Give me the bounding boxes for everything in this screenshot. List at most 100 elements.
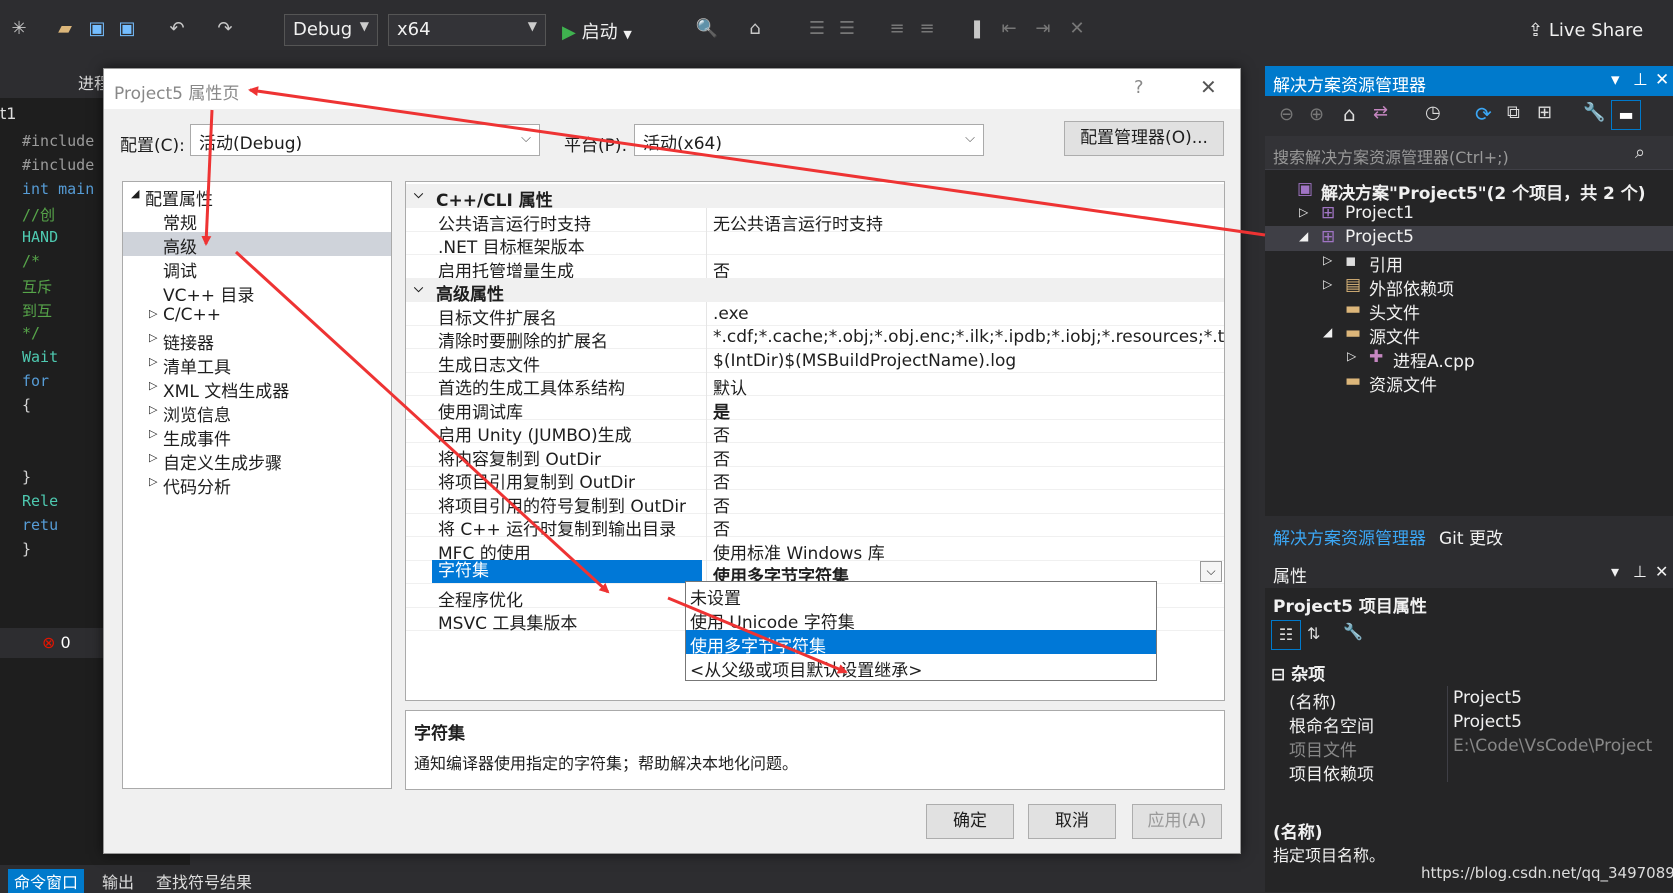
new-item-icon[interactable]: ✳: [6, 16, 32, 42]
tree-item[interactable]: VC++ 目录: [123, 280, 391, 306]
expander-icon[interactable]: ▷: [1323, 253, 1332, 267]
property-row[interactable]: 项目依赖项: [1265, 758, 1673, 785]
tree-item[interactable]: 常规: [123, 208, 391, 234]
solution-search-box[interactable]: 搜索解决方案资源管理器(Ctrl+;) ⌕: [1265, 136, 1673, 170]
expander-icon[interactable]: ▷: [149, 331, 157, 344]
properties-object[interactable]: Project5 项目属性: [1273, 592, 1427, 617]
pin-icon[interactable]: ⊥: [1633, 562, 1647, 581]
close-button[interactable]: ✕: [1200, 75, 1217, 99]
expander-icon[interactable]: ◢: [1323, 325, 1332, 339]
solution-tree-item[interactable]: ▷ ▪ 引用: [1265, 250, 1673, 276]
cancel-button[interactable]: 取消: [1028, 804, 1116, 839]
grid-category[interactable]: ⌵ 高级属性: [406, 278, 1224, 305]
collapse-all-icon[interactable]: ⧉: [1507, 102, 1520, 123]
clear-bookmarks-icon[interactable]: ✕: [1064, 16, 1090, 42]
categorized-icon[interactable]: ☷: [1271, 620, 1301, 650]
dropdown-option[interactable]: 使用 Unicode 字符集: [686, 606, 1156, 633]
tree-item[interactable]: ▷ 代码分析: [123, 472, 391, 498]
dropdown-option[interactable]: 使用多字节字符集: [686, 630, 1156, 657]
solution-tree-item[interactable]: ▷ ▤ 外部依赖项: [1265, 274, 1673, 300]
tree-item[interactable]: ▷ 生成事件: [123, 424, 391, 450]
grid-row[interactable]: 将内容复制到 OutDir 否: [406, 442, 1224, 470]
prev-bookmark-icon[interactable]: ⇤: [996, 16, 1022, 42]
pin-icon[interactable]: ⊥: [1633, 70, 1648, 90]
property-row[interactable]: 项目文件 E:\Code\VsCode\Project: [1265, 734, 1673, 761]
ok-button[interactable]: 确定: [926, 804, 1014, 839]
grid-row[interactable]: 目标文件扩展名 .exe: [406, 301, 1224, 329]
undo-icon[interactable]: ↶: [164, 16, 190, 42]
dropdown-option[interactable]: <从父级或项目默认设置继承>: [686, 654, 1156, 681]
expander-icon[interactable]: ▷: [1323, 277, 1332, 291]
back-icon[interactable]: ⊖: [1279, 104, 1294, 125]
help-button[interactable]: ?: [1134, 77, 1144, 98]
grid-row[interactable]: 启用 Unity (JUMBO)生成否: [406, 419, 1224, 446]
solution-tree-item[interactable]: ▣ 解决方案"Project5"(2 个项目，共 2 个): [1265, 178, 1673, 204]
outdent-icon[interactable]: ☰: [834, 16, 860, 42]
expander-icon[interactable]: ▷: [1299, 205, 1308, 219]
solution-tree-item[interactable]: ▷ ⊞ Project1: [1265, 202, 1673, 227]
uncomment-icon[interactable]: ≡: [914, 16, 940, 42]
expander-icon[interactable]: ◢: [131, 187, 139, 200]
indent-icon[interactable]: ☰: [804, 16, 830, 42]
properties-wrench-icon[interactable]: 🔧: [1583, 102, 1605, 123]
expander-icon[interactable]: ▷: [1347, 349, 1356, 363]
expander-icon[interactable]: ▷: [149, 355, 157, 368]
solution-tree-item[interactable]: ▷ ✚ 进程A.cpp: [1265, 346, 1673, 372]
comment-icon[interactable]: ≡: [884, 16, 910, 42]
grid-row[interactable]: 公共语言运行时支持 无公共语言运行时支持: [406, 207, 1224, 235]
find-in-files-icon[interactable]: 🔍: [694, 16, 720, 42]
expander-icon[interactable]: ◢: [1299, 229, 1308, 243]
tree-item[interactable]: 高级: [123, 232, 391, 258]
config-manager-button[interactable]: 配置管理器(O)...: [1064, 121, 1224, 156]
grid-row[interactable]: 首选的生成工具体系结构 默认: [406, 372, 1224, 399]
dropdown-icon[interactable]: ▾: [1611, 562, 1619, 581]
solution-tree-item[interactable]: ▬ 资源文件: [1265, 370, 1673, 396]
home-icon[interactable]: ⌂: [1343, 102, 1356, 126]
grid-row[interactable]: 生成日志文件 $(IntDir)$(MSBuildProjectName).log: [406, 348, 1224, 376]
tab-solution-explorer[interactable]: 解决方案资源管理器: [1273, 524, 1426, 549]
live-share-button[interactable]: ⇪ Live Share: [1528, 20, 1643, 41]
tree-item[interactable]: ▷ 自定义生成步骤: [123, 448, 391, 474]
preview-toggle-icon[interactable]: ▬: [1611, 100, 1641, 130]
grid-row[interactable]: 启用托管增量生成否: [406, 254, 1224, 282]
expander-icon[interactable]: ▷: [149, 307, 157, 320]
property-pages-icon[interactable]: 🔧: [1343, 622, 1363, 641]
dropdown-icon[interactable]: ▾: [1611, 70, 1620, 90]
collapse-icon[interactable]: ⌵: [414, 281, 423, 296]
expander-icon[interactable]: ▷: [149, 427, 157, 440]
sync-icon[interactable]: ⟳: [1475, 102, 1492, 126]
expander-icon[interactable]: ▷: [149, 403, 157, 416]
open-folder-icon[interactable]: ▰: [52, 16, 78, 42]
start-debug-button[interactable]: ▶ 启动 ▼: [562, 18, 632, 44]
config-combo[interactable]: 活动(Debug) ⌵: [190, 124, 540, 156]
forward-icon[interactable]: ⊕: [1309, 104, 1324, 125]
redo-icon[interactable]: ↷: [212, 16, 238, 42]
platform-combo[interactable]: 活动(x64) ⌵: [634, 124, 984, 156]
save-all-icon[interactable]: ▣: [114, 16, 140, 42]
expander-icon[interactable]: ▷: [149, 475, 157, 488]
alphabetical-icon[interactable]: ⇅: [1307, 624, 1320, 643]
dropdown-toggle-icon[interactable]: ⌵: [1200, 561, 1222, 582]
solution-tree-item[interactable]: ▬ 头文件: [1265, 298, 1673, 324]
switch-views-icon[interactable]: ⇄: [1373, 102, 1388, 123]
grid-row[interactable]: 将 C++ 运行时复制到输出目录否: [406, 513, 1224, 540]
expander-icon[interactable]: ▷: [149, 451, 157, 464]
bookmark-icon[interactable]: ❚: [964, 16, 990, 42]
tree-item[interactable]: ▷ 浏览信息: [123, 400, 391, 426]
property-row[interactable]: 根命名空间 Project5: [1265, 710, 1673, 737]
tab-output[interactable]: 输出: [102, 869, 134, 893]
tab-git-changes[interactable]: Git 更改: [1439, 524, 1503, 549]
tree-item[interactable]: 调试: [123, 256, 391, 282]
show-all-files-icon[interactable]: ⊞: [1537, 102, 1552, 123]
tab-find-symbol-results[interactable]: 查找符号结果: [156, 869, 252, 893]
config-select[interactable]: Debug ▼: [284, 14, 378, 46]
tree-item[interactable]: ▷ 链接器: [123, 328, 391, 354]
solution-tree-item[interactable]: ◢ ▬ 源文件: [1265, 322, 1673, 348]
collapse-icon[interactable]: ⌵: [414, 187, 423, 202]
property-row[interactable]: (名称) Project5: [1265, 686, 1673, 713]
close-icon[interactable]: ✕: [1655, 562, 1668, 581]
save-icon[interactable]: ▣: [84, 16, 110, 42]
dropdown-option[interactable]: 未设置: [686, 582, 1156, 609]
pending-changes-icon[interactable]: ◷: [1425, 102, 1441, 123]
grid-row[interactable]: MFC 的使用 使用标准 Windows 库: [406, 536, 1224, 564]
